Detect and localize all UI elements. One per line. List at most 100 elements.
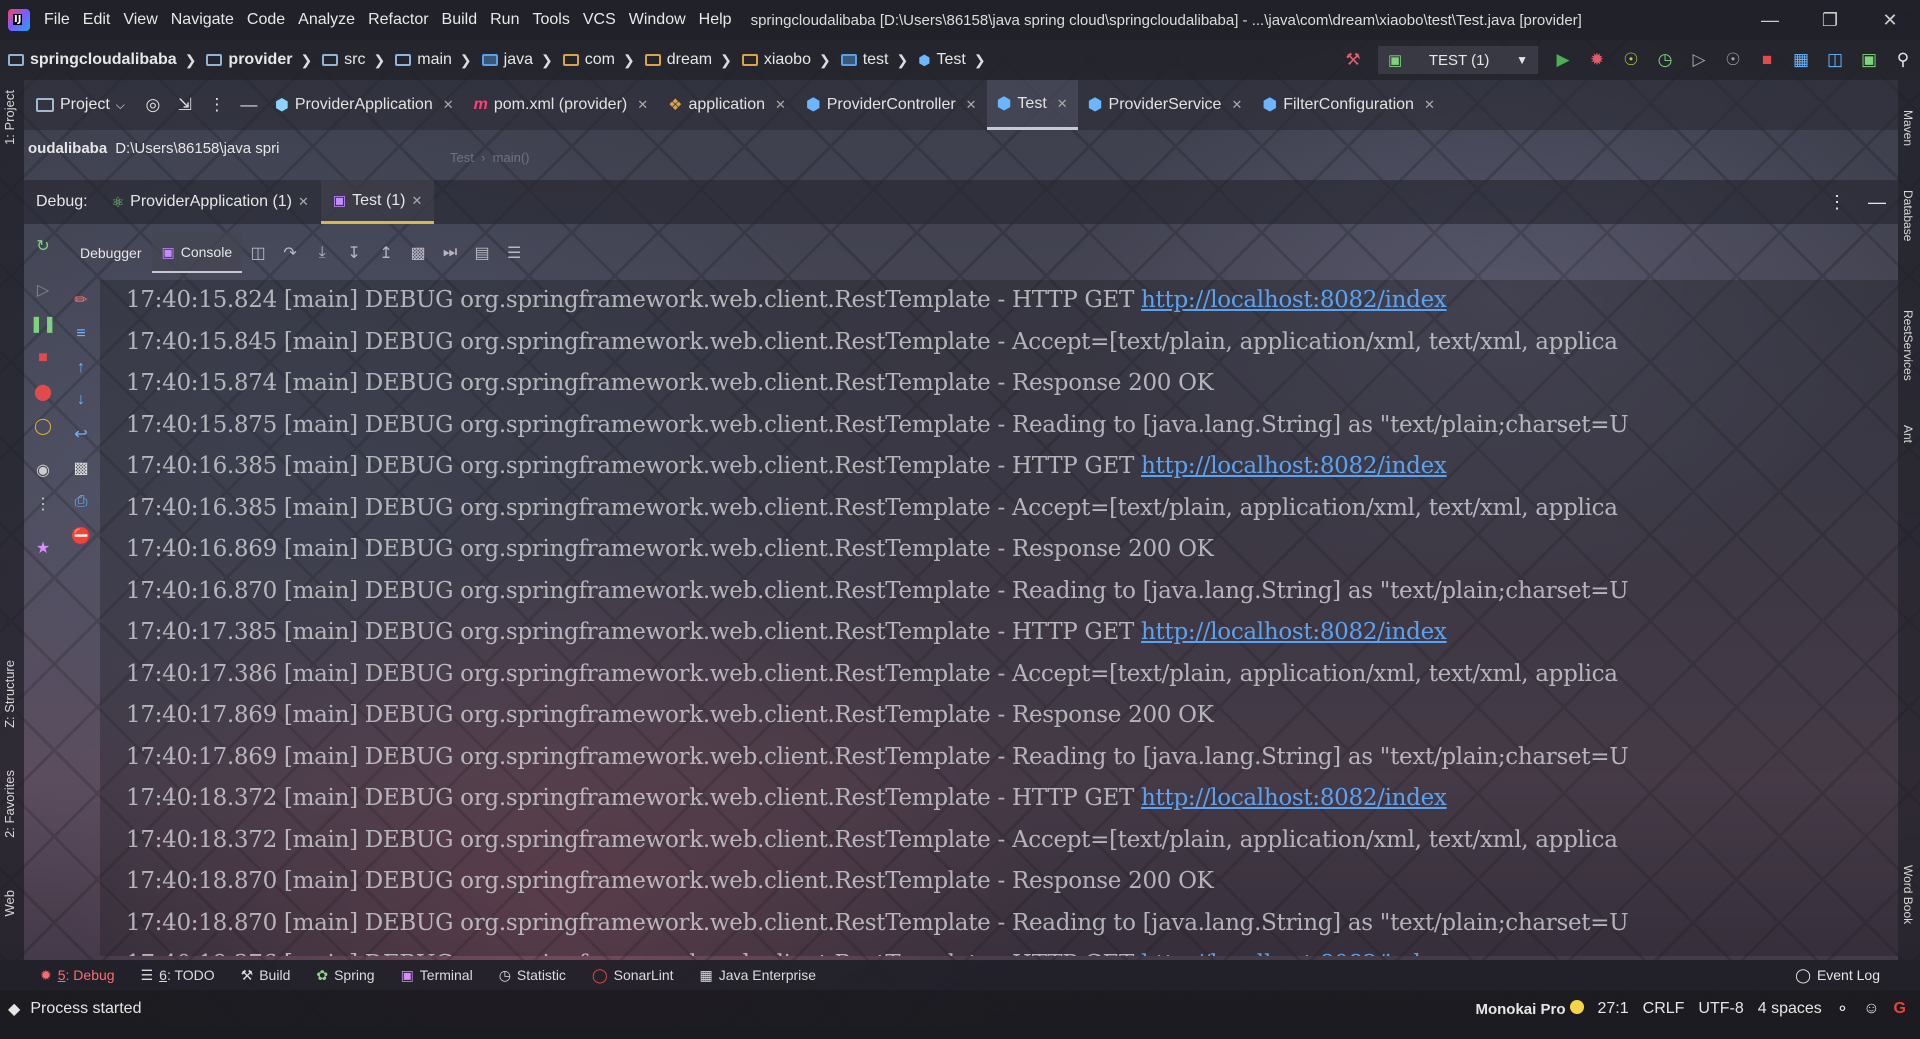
theme-indicator[interactable]: Monokai Pro [1475, 1000, 1584, 1018]
hide-panel-icon[interactable]: — [1868, 192, 1886, 213]
menu-build[interactable]: Build [442, 11, 478, 29]
resume-icon[interactable]: ▷ [30, 277, 56, 303]
debug-session-test[interactable]: ▣ Test (1) ✕ [320, 180, 435, 224]
hide-panel-icon[interactable]: — [233, 95, 265, 115]
more-options-icon[interactable]: ⋮ [201, 95, 233, 115]
build-hammer-icon[interactable]: ⚒ [1336, 43, 1370, 77]
close-tab-icon[interactable]: ✕ [1424, 97, 1435, 113]
restore-icon[interactable]: ❐ [1800, 0, 1860, 40]
scroll-to-end-icon[interactable]: ▩ [68, 455, 94, 481]
more-vertical-icon[interactable]: ⋮ [30, 491, 56, 517]
step-into-icon[interactable]: ↧ [338, 243, 370, 263]
database-tool-window-button[interactable]: Database [1901, 190, 1915, 241]
show-execution-point-icon[interactable]: ↷ [274, 243, 306, 263]
rerun-icon[interactable]: ↻ [30, 233, 56, 259]
pin-icon[interactable]: ★ [30, 535, 56, 561]
scroll-up-icon[interactable]: ↑ [68, 355, 94, 381]
menu-navigate[interactable]: Navigate [171, 11, 234, 29]
breadcrumb-src[interactable]: src [322, 51, 366, 69]
minimize-icon[interactable]: — [1740, 0, 1800, 40]
structure-tool-window-button[interactable]: Z: Structure [2, 660, 17, 728]
scroll-down-icon[interactable]: ↓ [68, 387, 94, 413]
menu-edit[interactable]: Edit [83, 11, 111, 29]
stop-icon[interactable]: ■ [30, 345, 56, 371]
web-tool-window-button[interactable]: Web [2, 890, 17, 917]
spring-tool-button[interactable]: ✿ Spring [316, 967, 374, 984]
menu-file[interactable]: File [44, 11, 70, 29]
debug-session-provider-application[interactable]: ⚛ ProviderApplication (1) ✕ [100, 180, 321, 224]
search-everywhere-icon[interactable]: ⚲ [1886, 43, 1920, 77]
lock-icon[interactable]: ⚬ [1836, 999, 1849, 1019]
word-book-tool-window-button[interactable]: Word Book [1901, 865, 1915, 924]
menu-code[interactable]: Code [247, 11, 285, 29]
mute-breakpoints-icon[interactable]: ◯ [30, 413, 56, 439]
debug-tool-button[interactable]: ✹ 5: Debug [40, 967, 115, 984]
project-structure-icon[interactable]: ▦ [1784, 43, 1818, 77]
pause-icon[interactable]: ❚❚ [30, 311, 57, 337]
event-log-button[interactable]: ◯ Event Log [1795, 960, 1880, 990]
menu-refactor[interactable]: Refactor [368, 11, 428, 29]
breadcrumb-module[interactable]: provider [206, 51, 292, 69]
menu-analyze[interactable]: Analyze [298, 11, 355, 29]
breadcrumb-main[interactable]: main [395, 51, 452, 69]
tab-provider-controller[interactable]: ⬢ ProviderController ✕ [796, 80, 987, 130]
tab-provider-application[interactable]: ⬢ ProviderApplication ✕ [265, 80, 464, 130]
rest-services-tool-window-button[interactable]: RestServices [1901, 310, 1915, 381]
file-encoding[interactable]: UTF-8 [1698, 1000, 1743, 1018]
project-tree-root[interactable]: oudalibaba D:\Users\86158\java spri [24, 130, 304, 166]
google-icon[interactable]: G [1894, 1000, 1906, 1018]
close-window-icon[interactable]: ✕ [1860, 0, 1920, 40]
ant-tool-window-button[interactable]: Ant [1901, 425, 1915, 443]
console-url-link[interactable]: http://localhost:8082/index [1141, 619, 1447, 645]
console-url-link[interactable]: http://localhost:8082/index [1141, 287, 1447, 313]
breadcrumb-class[interactable]: ⬢ Test [918, 51, 966, 69]
view-breakpoints-icon[interactable]: ⬤ [30, 379, 56, 405]
close-tab-icon[interactable]: ✕ [443, 97, 454, 113]
profile-icon[interactable]: ◷ [1648, 43, 1682, 77]
inspector-icon[interactable]: ☺ [1863, 1000, 1879, 1018]
project-view-selector[interactable]: Project ⌵ [24, 96, 137, 114]
menu-tools[interactable]: Tools [532, 11, 569, 29]
clear-console-icon[interactable]: ✏ [68, 287, 94, 313]
run-with-coverage-icon[interactable]: ☉ [1614, 43, 1648, 77]
debug-bug-icon[interactable]: ✹ [1580, 43, 1614, 77]
filter-icon[interactable]: ≡ [68, 321, 94, 347]
maven-tool-window-button[interactable]: Maven [1901, 110, 1915, 146]
close-session-icon[interactable]: ✕ [298, 194, 309, 210]
line-separator[interactable]: CRLF [1643, 1000, 1685, 1018]
editor-breadcrumb-method[interactable]: main() [493, 150, 530, 165]
editor-breadcrumb-class[interactable]: Test [450, 150, 474, 165]
statistic-tool-button[interactable]: ◷ Statistic [499, 967, 566, 984]
close-tab-icon[interactable]: ✕ [637, 97, 648, 113]
menu-run[interactable]: Run [490, 11, 519, 29]
breadcrumb-test[interactable]: test [840, 51, 889, 69]
more-options-icon[interactable]: ⋮ [1828, 192, 1846, 213]
run-alt-icon[interactable]: ▷ [1682, 43, 1716, 77]
breadcrumb-dream[interactable]: dream [644, 51, 712, 69]
tab-provider-service[interactable]: ⬢ ProviderService ✕ [1078, 80, 1253, 130]
indent-setting[interactable]: 4 spaces [1758, 1000, 1822, 1018]
caret-position[interactable]: 27:1 [1598, 1000, 1629, 1018]
run-configuration-select[interactable]: ▣ TEST (1) ▼ [1378, 46, 1538, 74]
console-url-link[interactable]: http://localhost:8082/index [1141, 951, 1447, 956]
soft-wrap-icon[interactable]: ↩ [68, 421, 94, 447]
breadcrumb-project[interactable]: springcloudalibaba [8, 51, 177, 69]
locate-target-icon[interactable]: ◎ [137, 95, 169, 115]
terminal-icon[interactable]: ▣ [1852, 43, 1886, 77]
camera-icon[interactable]: ◉ [30, 457, 56, 483]
menu-view[interactable]: View [123, 11, 157, 29]
close-session-icon[interactable]: ✕ [412, 193, 423, 209]
tab-filter-configuration[interactable]: ⬢ FilterConfiguration ✕ [1252, 80, 1444, 130]
trace-icon[interactable]: ☰ [498, 243, 530, 263]
favorites-tool-window-button[interactable]: 2: Favorites [2, 770, 17, 838]
menu-window[interactable]: Window [629, 11, 686, 29]
evaluate-expression-icon[interactable]: ▤ [466, 243, 498, 263]
drop-frame-icon[interactable]: ▩ [402, 243, 434, 263]
stop-icon[interactable]: ■ [1750, 43, 1784, 77]
close-tab-icon[interactable]: ✕ [966, 97, 977, 113]
menu-vcs[interactable]: VCS [583, 11, 616, 29]
console-url-link[interactable]: http://localhost:8082/index [1141, 453, 1447, 479]
console-url-link[interactable]: http://localhost:8082/index [1141, 785, 1447, 811]
project-tool-window-button[interactable]: 1: Project [2, 90, 17, 145]
tab-pom-xml[interactable]: m pom.xml (provider) ✕ [464, 80, 659, 130]
